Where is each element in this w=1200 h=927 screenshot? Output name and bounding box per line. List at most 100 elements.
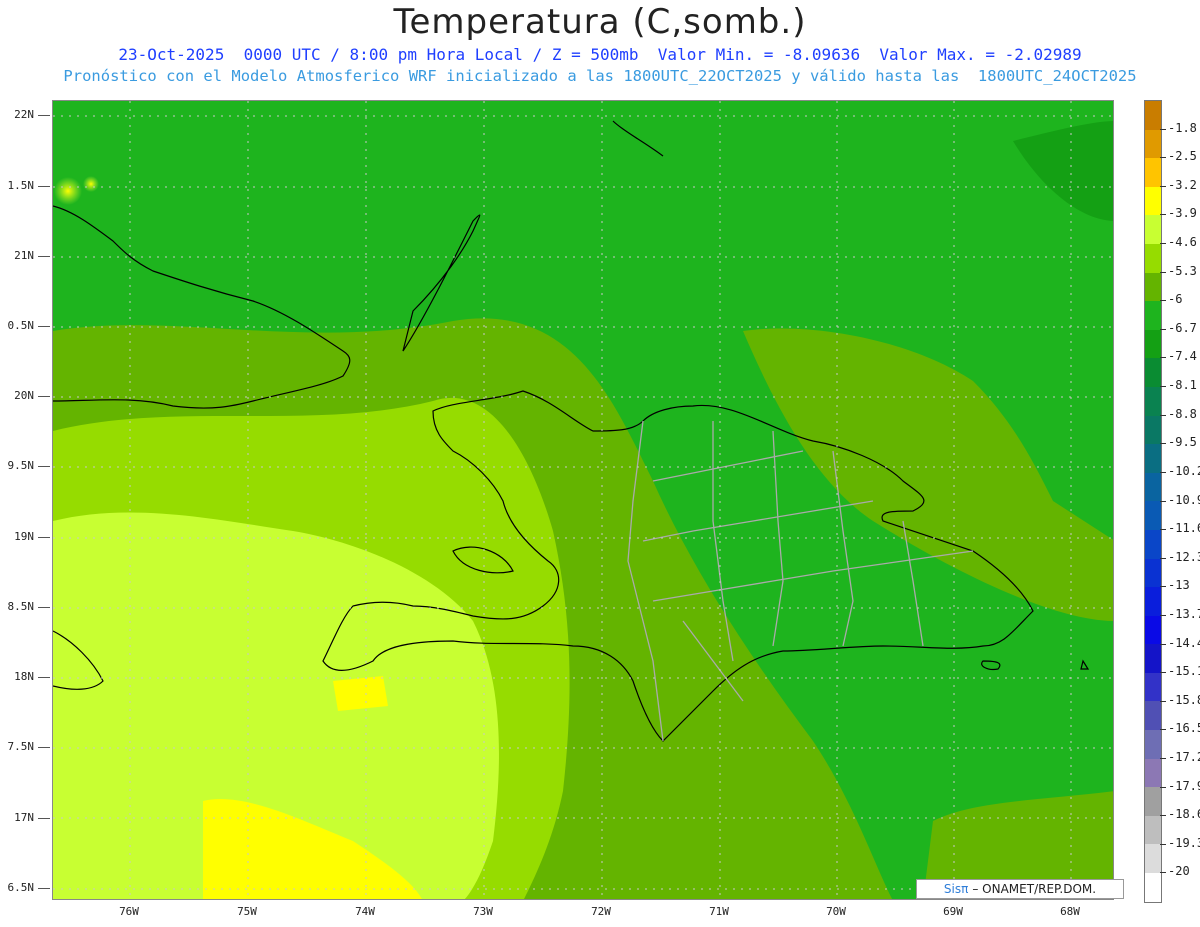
colorbar-swatch [1145, 844, 1161, 874]
colorbar-tick [1160, 328, 1166, 330]
colorbar-swatch [1145, 101, 1161, 130]
colorbar-tick [1160, 872, 1166, 874]
colorbar-label: -6 [1168, 292, 1183, 307]
colorbar-swatch [1145, 701, 1161, 731]
colorbar-swatch [1145, 186, 1161, 216]
colorbar-swatch [1145, 873, 1161, 902]
lat-tick [38, 818, 50, 819]
colorbar-swatch [1145, 243, 1161, 273]
colorbar-tick [1160, 529, 1166, 531]
credit-text: – ONAMET/REP.DOM. [972, 882, 1097, 896]
colorbar-label: -11.6 [1168, 521, 1200, 536]
colorbar-swatch [1145, 301, 1161, 330]
colorbar-tick [1160, 643, 1166, 645]
colorbar-label: -6.7 [1168, 320, 1197, 335]
colorbar-swatch [1145, 787, 1161, 816]
model-info-line: Pronóstico con el Modelo Atmosferico WRF… [63, 67, 1137, 85]
colorbar-label: -10.2 [1168, 463, 1200, 478]
colorbar-tick [1160, 729, 1166, 731]
colorbar-label: -13.7 [1168, 606, 1200, 621]
colorbar-tick [1160, 414, 1166, 416]
colorbar-tick [1160, 786, 1166, 788]
colorbar-label: -15.8 [1168, 692, 1200, 707]
lat-label: 18N [14, 670, 34, 683]
lat-tick [38, 607, 50, 608]
colorbar-swatch [1145, 815, 1161, 845]
colorbar-swatch [1145, 215, 1161, 244]
colorbar-swatch [1145, 129, 1161, 159]
colorbar-tick [1160, 271, 1166, 273]
lon-label: 73W [473, 905, 493, 918]
colorbar-label: -9.5 [1168, 435, 1197, 450]
lon-label: 68W [1060, 905, 1080, 918]
colorbar [1144, 100, 1162, 903]
lat-tick [38, 537, 50, 538]
colorbar-tick [1160, 243, 1166, 245]
lat-label: 6.5N [7, 881, 35, 894]
colorbar-label: -13 [1168, 578, 1190, 593]
lat-tick [38, 186, 50, 187]
colorbar-swatch [1145, 672, 1161, 702]
colorbar-swatch [1145, 415, 1161, 445]
map-title: Temperatura (C,somb.) [393, 2, 807, 42]
colorbar-label: -15.1 [1168, 664, 1200, 679]
lat-label: 9.5N [7, 459, 35, 472]
lat-tick [38, 888, 50, 889]
colorbar-label: -18.6 [1168, 807, 1200, 822]
colorbar-swatch [1145, 587, 1161, 616]
colorbar-tick [1160, 443, 1166, 445]
colorbar-label: -2.5 [1168, 149, 1197, 164]
colorbar-tick [1160, 700, 1166, 702]
colorbar-label: -16.5 [1168, 721, 1200, 736]
lat-label: 1.5N [7, 179, 35, 192]
field-spot-max [54, 177, 82, 205]
colorbar-swatch [1145, 272, 1161, 302]
colorbar-tick [1160, 672, 1166, 674]
colorbar-tick [1160, 471, 1166, 473]
temperature-map [52, 100, 1114, 900]
colorbar-label: -10.9 [1168, 492, 1200, 507]
colorbar-swatch [1145, 644, 1161, 673]
colorbar-tick [1160, 214, 1166, 216]
colorbar-swatch [1145, 758, 1161, 788]
field-spot-39 [333, 676, 388, 711]
lat-tick [38, 326, 50, 327]
colorbar-swatch [1145, 358, 1161, 387]
lat-tick [38, 677, 50, 678]
colorbar-label: -17.9 [1168, 778, 1200, 793]
colorbar-label: -3.9 [1168, 206, 1197, 221]
colorbar-tick [1160, 586, 1166, 588]
lon-label: 70W [826, 905, 846, 918]
colorbar-tick [1160, 185, 1166, 187]
colorbar-label: -19.3 [1168, 835, 1200, 850]
lat-tick [38, 396, 50, 397]
colorbar-tick [1160, 757, 1166, 759]
colorbar-tick [1160, 300, 1166, 302]
colorbar-label: -14.4 [1168, 635, 1200, 650]
colorbar-label: -17.2 [1168, 749, 1200, 764]
lat-label: 20N [14, 389, 34, 402]
lon-label: 76W [119, 905, 139, 918]
colorbar-label: -20 [1168, 864, 1190, 879]
colorbar-swatch [1145, 558, 1161, 588]
lon-label: 69W [943, 905, 963, 918]
colorbar-label: -1.8 [1168, 120, 1197, 135]
colorbar-tick [1160, 357, 1166, 359]
colorbar-tick [1160, 843, 1166, 845]
colorbar-label: -5.3 [1168, 263, 1197, 278]
sis-logo: Sisπ [943, 882, 969, 896]
lon-label: 71W [709, 905, 729, 918]
colorbar-swatch [1145, 329, 1161, 359]
lat-label: 7.5N [7, 740, 35, 753]
colorbar-label: -12.3 [1168, 549, 1200, 564]
forecast-time-line: 23-Oct-2025 0000 UTC / 8:00 pm Hora Loca… [118, 45, 1082, 64]
lat-label: 19N [14, 530, 34, 543]
lat-label: 21N [14, 249, 34, 262]
colorbar-tick [1160, 815, 1166, 817]
colorbar-swatch [1145, 529, 1161, 559]
colorbar-label: -8.8 [1168, 406, 1197, 421]
lat-tick [38, 747, 50, 748]
colorbar-swatch [1145, 730, 1161, 759]
lat-tick [38, 115, 50, 116]
colorbar-swatch [1145, 386, 1161, 416]
